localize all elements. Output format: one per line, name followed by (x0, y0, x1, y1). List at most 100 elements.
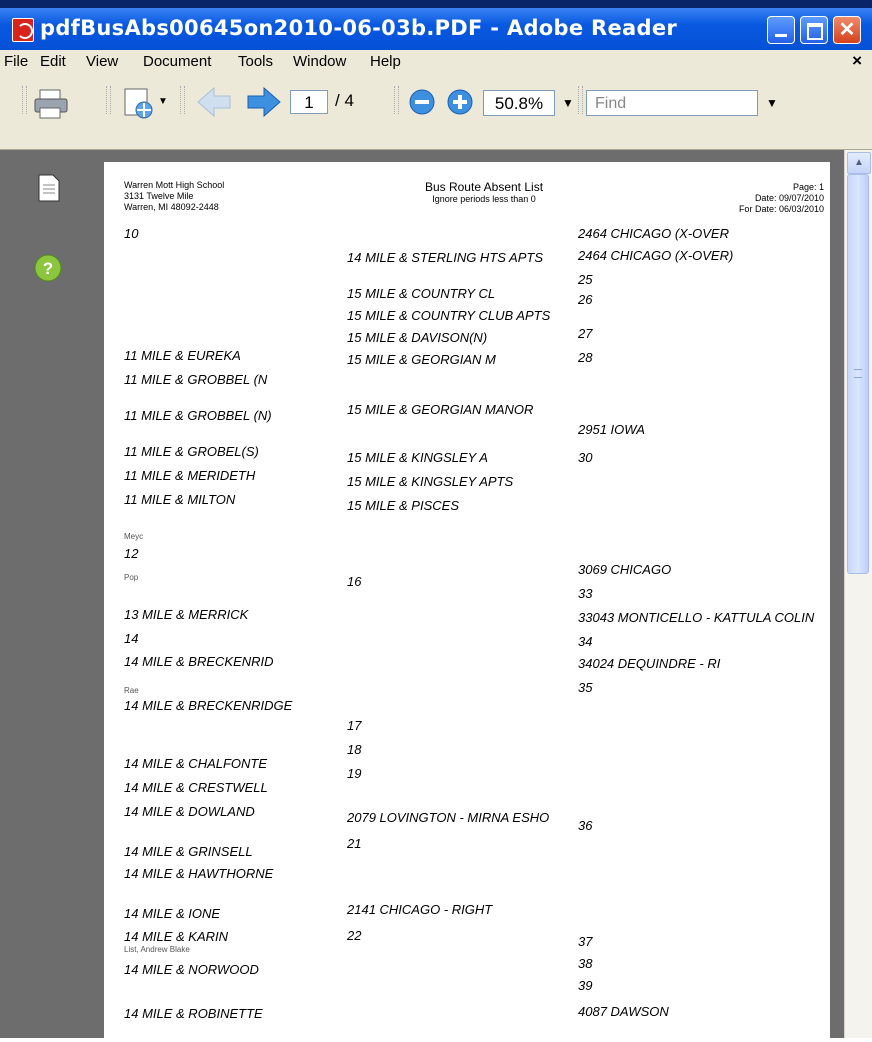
zoom-in-icon[interactable] (446, 88, 474, 116)
close-icon: ✕ (838, 19, 856, 41)
route-heading: 11 MILE & MERIDETH (124, 468, 256, 483)
find-input[interactable]: Find (586, 90, 758, 116)
toolbar-grip[interactable] (106, 86, 111, 114)
route-heading: 11 MILE & MILTON (124, 492, 236, 507)
school-name: Warren Mott High School (124, 180, 225, 190)
route-heading: 12 (124, 546, 139, 561)
route-heading: 14 MILE & ROBINETTE (124, 1006, 263, 1021)
scroll-up-icon[interactable]: ▲ (847, 152, 871, 174)
route-heading: 35 (578, 680, 593, 695)
menu-tools[interactable]: Tools (238, 53, 273, 70)
route-heading: 22 (347, 928, 362, 943)
close-document-icon[interactable]: × (852, 51, 862, 71)
route-heading: 28 (578, 350, 593, 365)
route-heading: 33 (578, 586, 593, 601)
route-heading: 33043 MONTICELLO - KATTULA COLIN (578, 610, 815, 625)
route-heading: 15 MILE & GEORGIAN MANOR (347, 402, 534, 417)
maximize-button[interactable] (800, 16, 828, 44)
next-page-icon[interactable] (246, 86, 282, 118)
report-title: Bus Route Absent List (424, 180, 544, 194)
route-heading: 16 (347, 574, 362, 589)
vertical-scrollbar[interactable]: ▲ (844, 150, 872, 1038)
route-heading: 11 MILE & GROBEL(S) (124, 444, 259, 459)
title-bar[interactable]: pdfBusAbs00645on2010-06-03b.PDF - Adobe … (0, 8, 872, 50)
previous-page-icon[interactable] (196, 86, 232, 118)
collaborate-dropdown-icon[interactable]: ▼ (158, 96, 168, 107)
close-button[interactable]: ✕ (833, 16, 861, 44)
route-heading: 38 (578, 956, 593, 971)
route-heading: 27 (578, 326, 593, 341)
route-heading: 17 (347, 718, 362, 733)
student-name: Meyc (124, 532, 144, 541)
help-icon[interactable]: ? (34, 254, 62, 282)
report-meta: Page: 1 Date: 09/07/2010 For Date: 06/03… (684, 182, 824, 215)
route-heading: 14 MILE & KARIN (124, 929, 229, 944)
toolbar-grip[interactable] (578, 86, 583, 114)
route-heading: 11 MILE & EUREKA (124, 348, 241, 363)
pages-panel-icon[interactable] (38, 174, 60, 202)
student-name: Rae (124, 686, 139, 695)
route-heading: 37 (578, 934, 593, 949)
zoom-level-input[interactable]: 50.8% (483, 90, 555, 116)
route-heading: 14 MILE & IONE (124, 906, 221, 921)
find-dropdown-icon[interactable]: ▼ (762, 90, 782, 116)
route-heading: 34 (578, 634, 593, 649)
route-heading: 11 MILE & GROBBEL (N (124, 372, 268, 387)
route-heading: 26 (578, 292, 593, 307)
school-address: Warren Mott High School 3131 Twelve Mile… (124, 180, 224, 213)
toolbar-grip[interactable] (394, 86, 399, 114)
report-page: Page: 1 (792, 182, 824, 192)
pdf-app-icon (12, 18, 34, 42)
minimize-button[interactable] (767, 16, 795, 44)
page-count-label: / 4 (335, 91, 354, 110)
zoom-dropdown-icon[interactable]: ▼ (558, 90, 578, 116)
route-heading: 14 MILE & STERLING HTS APTS (347, 250, 544, 265)
route-heading: 15 MILE & DAVISON(N) (347, 330, 488, 345)
route-heading: 18 (347, 742, 362, 757)
collaborate-icon[interactable] (122, 86, 156, 120)
toolbar: ▼ 1 / 4 50.8% ▼ Find ▼ (0, 74, 872, 150)
route-heading: 11 MILE & GROBBEL (N) (124, 408, 272, 423)
route-heading: 10 (124, 226, 139, 241)
menu-edit[interactable]: Edit (40, 53, 66, 70)
school-street: 3131 Twelve Mile (124, 191, 194, 201)
route-heading: 2464 CHICAGO (X-OVER (578, 226, 729, 241)
route-heading: 3069 CHICAGO (578, 562, 672, 577)
route-heading: 14 MILE & NORWOOD (124, 962, 259, 977)
page-number-input[interactable]: 1 (290, 90, 328, 114)
route-heading: 14 (124, 631, 139, 646)
route-heading: 21 (347, 836, 362, 851)
route-heading: 39 (578, 978, 593, 993)
navigation-panel: ? (0, 150, 92, 1038)
menu-view[interactable]: View (86, 53, 118, 70)
route-heading: 25 (578, 272, 593, 287)
route-heading: 14 MILE & BRECKENRIDGE (124, 698, 293, 713)
student-name: List, Andrew Blake (124, 945, 190, 954)
report-date: Date: 09/07/2010 (754, 193, 824, 203)
print-icon[interactable] (34, 88, 68, 120)
route-heading: 34024 DEQUINDRE - RI (578, 656, 721, 671)
route-heading: 15 MILE & GEORGIAN M (347, 352, 496, 367)
toolbar-grip[interactable] (22, 86, 27, 114)
route-heading: 2079 LOVINGTON - MIRNA ESHO (347, 810, 550, 825)
menu-file[interactable]: File (4, 53, 28, 70)
route-heading: 14 MILE & DOWLAND (124, 804, 255, 819)
route-heading: 4087 DAWSON (578, 1004, 669, 1019)
report-header: Bus Route Absent List Ignore periods les… (374, 180, 594, 205)
report-subtitle: Ignore periods less than 0 (432, 194, 536, 204)
route-heading: 14 MILE & CRESTWELL (124, 780, 268, 795)
menu-document[interactable]: Document (143, 53, 211, 70)
report-for-date: For Date: 06/03/2010 (738, 204, 824, 214)
document-view[interactable]: Warren Mott High School 3131 Twelve Mile… (92, 150, 844, 1042)
adobe-reader-window: pdfBusAbs00645on2010-06-03b.PDF - Adobe … (0, 0, 872, 1042)
route-heading: 15 MILE & COUNTRY CLUB APTS (347, 308, 551, 323)
route-heading: 14 MILE & CHALFONTE (124, 756, 268, 771)
toolbar-grip[interactable] (180, 86, 185, 114)
zoom-out-icon[interactable] (408, 88, 436, 116)
route-heading: 15 MILE & KINGSLEY APTS (347, 474, 514, 489)
student-name: Pop (124, 573, 139, 582)
menu-window[interactable]: Window (293, 53, 346, 70)
route-heading: 2464 CHICAGO (X-OVER) (578, 248, 734, 263)
menu-help[interactable]: Help (370, 53, 401, 70)
scroll-thumb[interactable] (847, 174, 869, 574)
